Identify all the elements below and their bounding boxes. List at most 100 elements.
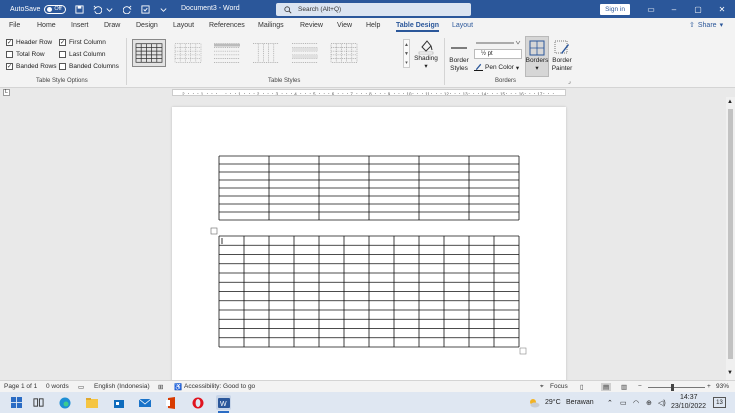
word-taskbar-icon[interactable]: W bbox=[216, 395, 231, 410]
start-icon[interactable] bbox=[9, 395, 24, 410]
zoom-slider-thumb[interactable] bbox=[671, 384, 674, 391]
table-style-plain-2[interactable] bbox=[210, 39, 244, 67]
clock-date[interactable]: 23/10/2022 bbox=[671, 403, 706, 410]
line-style-select[interactable] bbox=[474, 38, 522, 48]
accessibility-icon[interactable]: ♿ bbox=[174, 383, 182, 391]
horizontal-ruler[interactable]: 2 1 1 2 3 4 5 6 7 8 9 10 11 12 13 14 15 16 17 bbox=[172, 89, 566, 96]
banded-columns-checkbox[interactable]: Banded Columns bbox=[59, 63, 119, 70]
autosave-toggle[interactable]: Off bbox=[44, 4, 67, 14]
last-column-checkbox[interactable]: Last Column bbox=[59, 51, 106, 58]
undo-icon[interactable] bbox=[93, 5, 103, 14]
table-move-handle-icon[interactable] bbox=[210, 227, 218, 235]
weather-text[interactable]: Berawan bbox=[566, 399, 594, 406]
table-style-plain-5[interactable] bbox=[327, 39, 361, 67]
temperature[interactable]: 29°C bbox=[545, 399, 561, 406]
close-icon[interactable]: ✕ bbox=[716, 3, 728, 15]
mail-icon[interactable] bbox=[137, 395, 152, 410]
gallery-down-icon[interactable]: ▼ bbox=[404, 51, 409, 57]
proofing-icon[interactable]: ▭ bbox=[78, 383, 84, 391]
focus-label[interactable]: Focus bbox=[550, 383, 568, 390]
zoom-level[interactable]: 93% bbox=[716, 383, 729, 390]
borders-dialog-launcher-icon[interactable]: ⌟ bbox=[568, 78, 571, 85]
weather-icon[interactable] bbox=[527, 395, 541, 410]
pen-color-button[interactable]: Pen Color ▾ bbox=[474, 62, 519, 73]
maximize-icon[interactable]: ▢ bbox=[692, 3, 704, 15]
tab-references[interactable]: References bbox=[209, 22, 245, 29]
tab-mailings[interactable]: Mailings bbox=[258, 22, 284, 29]
word-count[interactable]: 0 words bbox=[46, 383, 69, 390]
search-box[interactable]: Search (Alt+Q) bbox=[276, 3, 471, 16]
gallery-up-icon[interactable]: ▲ bbox=[404, 42, 409, 48]
border-styles-button[interactable]: Border Styles bbox=[447, 39, 471, 73]
checklist-icon[interactable] bbox=[141, 4, 150, 14]
clock-time[interactable]: 14:37 bbox=[680, 394, 698, 401]
tab-layout[interactable]: Layout bbox=[173, 22, 194, 29]
header-row-checkbox[interactable]: ✓ Header Row bbox=[6, 39, 52, 46]
ribbon-display-icon[interactable]: ▭ bbox=[645, 3, 657, 15]
scroll-thumb[interactable] bbox=[728, 109, 733, 359]
tab-draw[interactable]: Draw bbox=[104, 22, 120, 29]
scroll-up-icon[interactable]: ▲ bbox=[727, 99, 733, 105]
word-table-1[interactable] bbox=[218, 155, 520, 221]
sign-in-button[interactable]: Sign in bbox=[600, 4, 630, 15]
gallery-scroll[interactable]: ▲ ▼ ▾ bbox=[403, 39, 410, 68]
line-weight-select[interactable]: ½ pt bbox=[474, 49, 522, 59]
save-icon[interactable] bbox=[75, 4, 84, 14]
tab-insert[interactable]: Insert bbox=[71, 22, 89, 29]
first-column-checkbox[interactable]: ✓ First Column bbox=[59, 39, 106, 46]
language[interactable]: English (Indonesia) bbox=[94, 383, 150, 390]
office-icon[interactable] bbox=[163, 395, 178, 410]
scroll-down-icon[interactable]: ▼ bbox=[727, 370, 733, 376]
file-explorer-icon[interactable] bbox=[84, 395, 99, 410]
table-style-plain-3[interactable] bbox=[249, 39, 283, 67]
tab-file[interactable]: File bbox=[9, 22, 20, 29]
table-resize-handle-icon[interactable] bbox=[519, 347, 527, 355]
shading-button[interactable]: Shading ▾ bbox=[412, 37, 440, 71]
tray-chevron-icon[interactable]: ⌃ bbox=[607, 399, 613, 407]
banded-rows-checkbox[interactable]: ✓ Banded Rows bbox=[6, 63, 56, 70]
tab-selector-icon[interactable]: L bbox=[3, 89, 10, 96]
customize-qat-icon[interactable] bbox=[159, 5, 168, 14]
ruler-tick bbox=[510, 93, 512, 94]
print-layout-icon[interactable]: ▤ bbox=[601, 383, 612, 391]
opera-icon[interactable] bbox=[190, 395, 205, 410]
borders-button[interactable]: Borders ▾ bbox=[525, 39, 549, 73]
undo-dropdown-icon[interactable] bbox=[105, 5, 114, 14]
page-count[interactable]: Page 1 of 1 bbox=[4, 383, 37, 390]
edge-icon[interactable] bbox=[57, 395, 72, 410]
tab-home[interactable]: Home bbox=[37, 22, 56, 29]
tray-app-icon[interactable]: ▭ bbox=[620, 399, 627, 407]
store-icon[interactable] bbox=[111, 395, 126, 410]
tab-table-design[interactable]: Table Design bbox=[396, 22, 440, 32]
table-style-plain-4[interactable] bbox=[288, 39, 322, 67]
table-style-plain-1[interactable] bbox=[171, 39, 205, 67]
tab-view[interactable]: View bbox=[337, 22, 352, 29]
tab-table-layout[interactable]: Layout bbox=[452, 22, 473, 29]
task-view-icon[interactable] bbox=[31, 395, 46, 410]
redo-icon[interactable] bbox=[123, 5, 132, 14]
read-mode-icon[interactable]: ▯ bbox=[580, 383, 584, 391]
share-button[interactable]: ⇧ Share ▾ bbox=[689, 21, 723, 30]
vertical-scrollbar[interactable]: ▲ ▼ bbox=[726, 97, 735, 380]
tab-design[interactable]: Design bbox=[136, 22, 158, 29]
accessibility-status[interactable]: Accessibility: Good to go bbox=[184, 383, 255, 390]
volume-icon[interactable]: ◁) bbox=[658, 399, 666, 407]
wifi-icon[interactable]: ◠ bbox=[633, 399, 639, 407]
document-page[interactable] bbox=[172, 107, 566, 380]
focus-icon[interactable]: ⌖ bbox=[540, 383, 544, 391]
zoom-out-icon[interactable]: − bbox=[638, 383, 642, 390]
border-painter-button[interactable]: Border Painter bbox=[550, 39, 574, 73]
zoom-slider-track[interactable] bbox=[648, 387, 705, 388]
text-predictions-icon[interactable]: ⊞ bbox=[158, 383, 163, 391]
total-row-checkbox[interactable]: Total Row bbox=[6, 51, 45, 58]
zoom-in-icon[interactable]: + bbox=[707, 383, 711, 390]
minimize-icon[interactable]: – bbox=[668, 3, 680, 15]
word-table-2[interactable] bbox=[218, 235, 520, 348]
globe-icon[interactable]: ⊕ bbox=[646, 399, 652, 407]
gallery-more-icon[interactable]: ▾ bbox=[405, 60, 408, 66]
notification-icon[interactable]: 13 bbox=[713, 397, 726, 408]
tab-review[interactable]: Review bbox=[300, 22, 323, 29]
table-style-grid[interactable] bbox=[132, 39, 166, 67]
tab-help[interactable]: Help bbox=[366, 22, 380, 29]
web-layout-icon[interactable]: ▥ bbox=[621, 383, 627, 391]
